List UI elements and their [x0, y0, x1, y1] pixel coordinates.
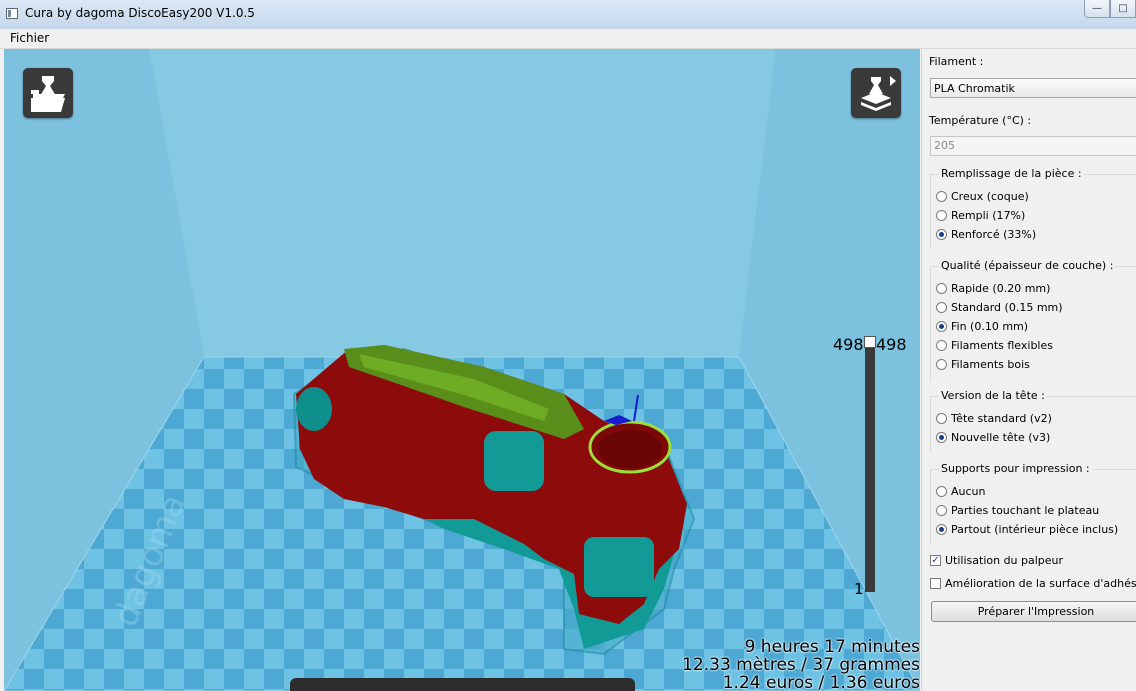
layer-count-left: 498: [833, 335, 864, 354]
head-option-nouvelle[interactable]: Nouvelle tête (v3): [936, 429, 1050, 445]
layers-view-icon: [861, 76, 896, 111]
temperature-input[interactable]: [934, 139, 1124, 152]
option-label: Creux (coque): [951, 189, 1029, 203]
checkbox-label: Amélioration de la surface d'adhésion: [945, 576, 1136, 590]
layer-slider-handle[interactable]: [864, 336, 876, 348]
radio-icon[interactable]: [936, 301, 947, 313]
checkbox-label: Utilisation du palpeur: [945, 553, 1064, 567]
head-option-standard[interactable]: Tête standard (v2): [936, 410, 1052, 426]
infill-option-rempli[interactable]: Rempli (17%): [936, 207, 1025, 223]
build-volume-scene: dagoma: [4, 49, 920, 691]
supports-option-partout[interactable]: Partout (intérieur pièce inclus): [936, 521, 1118, 537]
quality-option-flexibles[interactable]: Filaments flexibles: [936, 337, 1053, 353]
print-cost: 1.24 euros / 1.36 euros: [722, 673, 920, 691]
layer-min: 1: [854, 580, 864, 598]
temperature-field[interactable]: [930, 136, 1136, 156]
quality-option-rapide[interactable]: Rapide (0.20 mm): [936, 280, 1050, 296]
quality-option-standard[interactable]: Standard (0.15 mm): [936, 299, 1063, 315]
option-label: Tête standard (v2): [951, 411, 1052, 425]
option-label: Filaments flexibles: [951, 338, 1053, 352]
head-group: Version de la tête : Tête standard (v2) …: [930, 389, 1136, 452]
radio-icon[interactable]: [936, 228, 947, 240]
radio-icon[interactable]: [936, 504, 947, 516]
radio-icon[interactable]: [936, 431, 947, 443]
option-label: Partout (intérieur pièce inclus): [951, 522, 1119, 536]
bottom-toolbar: [290, 678, 635, 691]
radio-icon[interactable]: [936, 358, 947, 370]
print-material: 12.33 mètres / 37 grammes: [682, 655, 920, 675]
minimize-button[interactable]: —: [1084, 0, 1110, 18]
quality-group: Qualité (épaisseur de couche) : Rapide (…: [930, 259, 1136, 382]
option-label: Standard (0.15 mm): [951, 300, 1063, 314]
checkbox-palpeur[interactable]: ✓ Utilisation du palpeur: [930, 552, 1063, 568]
radio-icon[interactable]: [936, 320, 947, 332]
option-label: Filaments bois: [951, 357, 1030, 371]
head-title: Version de la tête :: [939, 389, 1047, 402]
title-bar: Cura by dagoma DiscoEasy200 V1.0.5 — □: [0, 0, 1136, 30]
filament-value: PLA Chromatik: [934, 82, 1015, 95]
checkbox-adhesion[interactable]: Amélioration de la surface d'adhésion: [930, 575, 1136, 591]
infill-option-creux[interactable]: Creux (coque): [936, 188, 1029, 204]
radio-icon[interactable]: [936, 282, 947, 294]
infill-group: Remplissage de la pièce : Creux (coque) …: [930, 167, 1136, 249]
settings-panel: Filament : PLA Chromatik Température (°C…: [921, 49, 1136, 691]
checkbox-icon[interactable]: [930, 577, 941, 589]
quality-title: Qualité (épaisseur de couche) :: [939, 259, 1116, 272]
layer-count-right: 498: [876, 335, 907, 354]
supports-group: Supports pour impression : Aucun Parties…: [930, 462, 1136, 544]
print-time: 9 heures 17 minutes: [744, 637, 920, 657]
option-label: Rempli (17%): [951, 208, 1026, 222]
infill-option-renforce[interactable]: Renforcé (33%): [936, 226, 1036, 242]
radio-icon[interactable]: [936, 339, 947, 351]
load-model-button[interactable]: [23, 68, 73, 118]
app-icon: [6, 8, 18, 19]
quality-option-fin[interactable]: Fin (0.10 mm): [936, 318, 1028, 334]
temperature-label: Température (°C) :: [929, 114, 1032, 127]
option-label: Rapide (0.20 mm): [951, 281, 1051, 295]
checkbox-checked-icon[interactable]: ✓: [930, 554, 941, 566]
option-label: Parties touchant le plateau: [951, 503, 1100, 517]
radio-icon[interactable]: [936, 485, 947, 497]
option-label: Aucun: [951, 484, 986, 498]
supports-title: Supports pour impression :: [939, 462, 1092, 475]
supports-option-plateau[interactable]: Parties touchant le plateau: [936, 502, 1099, 518]
3d-viewport[interactable]: dagoma 498 498 1 9 heures 17 minutes 12.…: [4, 49, 920, 691]
option-label: Renforcé (33%): [951, 227, 1037, 241]
menu-bar: Fichier: [0, 29, 1136, 49]
radio-icon[interactable]: [936, 523, 947, 535]
supports-option-aucun[interactable]: Aucun: [936, 483, 986, 499]
maximize-button[interactable]: □: [1110, 0, 1136, 18]
option-label: Nouvelle tête (v3): [951, 430, 1051, 444]
quality-option-bois[interactable]: Filaments bois: [936, 356, 1030, 372]
menu-fichier[interactable]: Fichier: [10, 31, 49, 45]
load-folder-icon: [31, 76, 65, 112]
filament-select[interactable]: PLA Chromatik: [930, 78, 1136, 98]
infill-title: Remplissage de la pièce :: [939, 167, 1084, 180]
filament-label: Filament :: [929, 55, 984, 68]
radio-icon[interactable]: [936, 412, 947, 424]
option-label: Fin (0.10 mm): [951, 319, 1029, 333]
radio-icon[interactable]: [936, 209, 947, 221]
layer-slider[interactable]: [865, 342, 875, 592]
window-controls: — □: [1084, 0, 1136, 19]
view-mode-button[interactable]: [851, 68, 901, 118]
prepare-print-button[interactable]: Préparer l'Impression: [931, 601, 1136, 622]
radio-icon[interactable]: [936, 190, 947, 202]
window-title: Cura by dagoma DiscoEasy200 V1.0.5: [25, 6, 255, 20]
